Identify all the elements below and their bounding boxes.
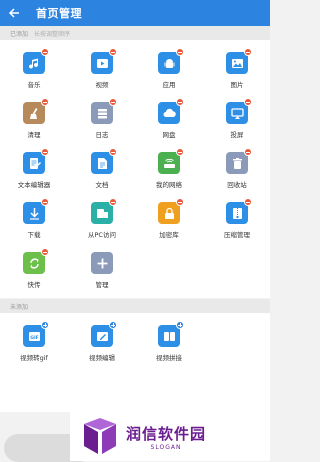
remove-badge-icon[interactable] — [176, 198, 184, 206]
shortcut-label: 音乐 — [27, 81, 41, 89]
page-title: 首页管理 — [36, 7, 82, 20]
video-icon — [91, 48, 117, 74]
shortcut-item[interactable]: 视频 — [76, 48, 128, 89]
remove-badge-icon[interactable] — [244, 198, 252, 206]
shortcut-label: 视频转gif — [20, 354, 48, 362]
cloud-icon — [158, 98, 184, 124]
quick-transfer-icon — [23, 248, 49, 274]
shortcut-label: 日志 — [95, 131, 109, 139]
trash-icon — [226, 148, 252, 174]
shortcut-label: 管理 — [95, 281, 109, 289]
shortcut-item[interactable]: 快传 — [8, 248, 60, 289]
shortcut-label: 回收站 — [227, 181, 247, 189]
remove-badge-icon[interactable] — [109, 198, 117, 206]
watermark-name: 润信软件园 — [126, 424, 207, 443]
android-icon — [158, 48, 184, 74]
cast-icon — [226, 98, 252, 124]
watermark-logo-icon — [84, 417, 116, 454]
remove-badge-icon[interactable] — [41, 98, 49, 106]
shortcut-label: 下载 — [27, 231, 41, 239]
lock-safe-icon — [158, 198, 184, 224]
shortcut-item[interactable]: 图片 — [211, 48, 263, 89]
shortcut-item[interactable]: 从PC访问 — [76, 198, 128, 239]
shortcut-item[interactable]: 视频编辑 — [76, 321, 128, 362]
shortcut-item[interactable]: 加密库 — [143, 198, 195, 239]
remove-badge-icon[interactable] — [41, 198, 49, 206]
reorder-hint: 长按调整顺序 — [34, 30, 71, 38]
shortcut-item[interactable]: 应用 — [143, 48, 195, 89]
remove-badge-icon[interactable] — [41, 48, 49, 56]
shortcut-item[interactable]: 我的网络 — [143, 148, 195, 189]
broom-icon — [23, 98, 49, 124]
music-icon — [23, 48, 49, 74]
router-icon — [158, 148, 184, 174]
shortcut-label: 应用 — [162, 81, 176, 89]
shortcut-item[interactable]: 视频拼接 — [143, 321, 195, 362]
shortcut-item[interactable]: 音乐 — [8, 48, 60, 89]
shortcut-label: 快传 — [27, 281, 41, 289]
remove-badge-icon[interactable] — [41, 248, 49, 256]
add-badge-icon[interactable] — [176, 321, 184, 329]
shortcut-item[interactable]: 日志 — [76, 98, 128, 139]
shortcut-item[interactable]: 回收站 — [211, 148, 263, 189]
zip-icon — [226, 198, 252, 224]
remove-badge-icon[interactable] — [176, 148, 184, 156]
shortcut-item[interactable]: 清理 — [8, 98, 60, 139]
not-added-section-header: 未添加 — [0, 299, 270, 313]
shortcut-label: 文本编辑器 — [17, 181, 51, 189]
remove-badge-icon[interactable] — [244, 148, 252, 156]
back-arrow-icon[interactable] — [0, 0, 28, 26]
remove-badge-icon[interactable] — [109, 48, 117, 56]
shortcut-label: 投屏 — [230, 131, 244, 139]
watermark: 润信软件园 SLOGAN — [70, 412, 270, 461]
add-badge-icon[interactable] — [41, 321, 49, 329]
added-grid: 音乐 视频 应用 图片清理 日志 网盘 投屏文本编辑器 文档 我的网络 回收站下载 从PC访问 加密库… — [0, 40, 270, 298]
log-stack-icon — [91, 98, 117, 124]
shortcut-item[interactable]: 网盘 — [143, 98, 195, 139]
shortcut-label: 加密库 — [159, 231, 179, 239]
download-icon — [23, 198, 49, 224]
remove-badge-icon[interactable] — [176, 48, 184, 56]
text-editor-icon — [23, 148, 49, 174]
watermark-slogan: SLOGAN — [150, 443, 182, 451]
plus-manage-icon — [91, 252, 113, 274]
shortcut-label: 视频 — [95, 81, 109, 89]
remove-badge-icon[interactable] — [109, 148, 117, 156]
shortcut-item[interactable]: GIF 视频转gif — [8, 321, 60, 362]
shortcut-label: 我的网络 — [156, 181, 182, 189]
remove-badge-icon[interactable] — [244, 98, 252, 106]
shortcut-label: 压缩管理 — [224, 231, 250, 239]
added-section-header: 已添加 长按调整顺序 — [0, 26, 270, 40]
add-badge-icon[interactable] — [109, 321, 117, 329]
shortcut-item[interactable]: 文本编辑器 — [8, 148, 60, 189]
shortcut-item[interactable]: 下载 — [8, 198, 60, 239]
shortcut-item[interactable]: 管理 — [76, 252, 128, 289]
shortcut-label: 网盘 — [162, 131, 176, 139]
app-bar: 首页管理 — [0, 0, 270, 26]
shortcut-label: 清理 — [27, 131, 41, 139]
remove-badge-icon[interactable] — [176, 98, 184, 106]
not-added-grid: GIF 视频转gif 视频编辑 视频拼接 — [0, 313, 270, 412]
shortcut-label: 视频编辑 — [89, 354, 115, 362]
shortcut-item[interactable]: 文档 — [76, 148, 128, 189]
gif-icon: GIF — [23, 321, 49, 347]
remove-badge-icon[interactable] — [244, 48, 252, 56]
not-added-section-label: 未添加 — [10, 303, 29, 311]
added-section-label: 已添加 — [10, 30, 29, 38]
shortcut-item[interactable]: 压缩管理 — [211, 198, 263, 239]
document-icon — [91, 148, 117, 174]
svg-text:GIF: GIF — [30, 335, 38, 341]
shortcut-item[interactable]: 投屏 — [211, 98, 263, 139]
image-icon — [226, 48, 252, 74]
shortcut-label: 从PC访问 — [88, 231, 116, 239]
remove-badge-icon[interactable] — [109, 98, 117, 106]
remove-badge-icon[interactable] — [41, 148, 49, 156]
shortcut-label: 视频拼接 — [156, 354, 182, 362]
video-join-icon — [158, 321, 184, 347]
pc-access-icon — [91, 198, 117, 224]
shortcut-label: 图片 — [230, 81, 244, 89]
shortcut-label: 文档 — [95, 181, 109, 189]
video-edit-icon — [91, 321, 117, 347]
